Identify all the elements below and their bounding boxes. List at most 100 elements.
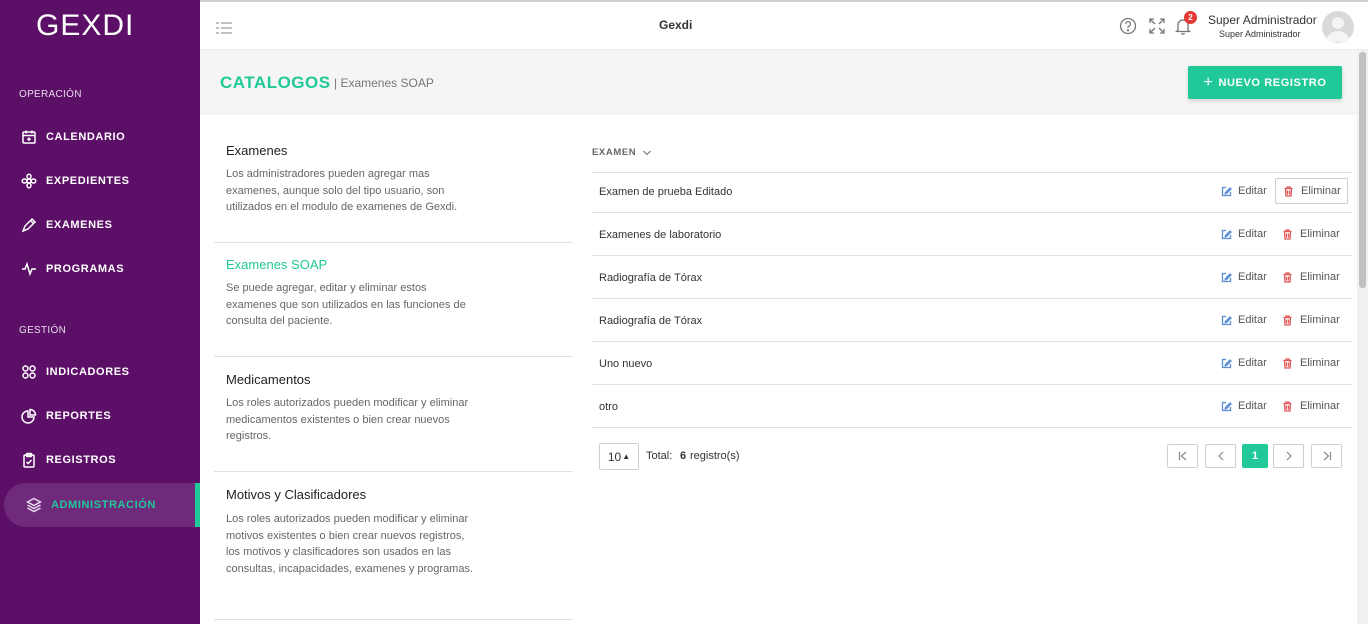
delete-button[interactable]: Eliminar xyxy=(1275,178,1348,204)
scrollbar-thumb[interactable] xyxy=(1359,52,1366,288)
edit-button[interactable]: Editar xyxy=(1221,357,1267,369)
plus-icon: + xyxy=(1203,73,1214,91)
sidebar-item-calendario[interactable]: CALENDARIO xyxy=(0,115,200,159)
fullscreen-icon[interactable] xyxy=(1148,17,1166,35)
catalog-title: Medicamentos xyxy=(226,372,311,387)
pen-icon xyxy=(21,217,37,233)
catalog-description: Se puede agregar, editar y eliminar esto… xyxy=(226,282,466,327)
edit-button[interactable]: Editar xyxy=(1221,185,1267,197)
total-label: Total: xyxy=(646,450,673,462)
catalog-description: Los roles autorizados pueden modificar y… xyxy=(226,397,469,442)
chevron-down-icon xyxy=(643,150,652,155)
page-size-select[interactable]: 10 ▲︎ xyxy=(599,443,639,470)
updown-icon: ▲︎ xyxy=(622,452,631,461)
page-number-current[interactable]: 1 xyxy=(1242,444,1268,468)
new-record-label: NUEVO REGISTRO xyxy=(1218,76,1327,89)
layers-icon xyxy=(26,497,42,513)
delete-label: Eliminar xyxy=(1301,185,1341,197)
column-header-label: EXAMEN xyxy=(592,147,637,158)
flower-icon xyxy=(21,173,37,189)
first-page-button[interactable] xyxy=(1167,444,1198,468)
sidebar-item-label: EXAMENES xyxy=(46,219,113,231)
table-row: Examen de prueba Editado Editar Eliminar xyxy=(592,173,1352,213)
delete-label: Eliminar xyxy=(1300,271,1340,283)
gexdi-logo[interactable]: GEXDI xyxy=(36,9,136,43)
sidebar-item-label: REGISTROS xyxy=(46,454,117,466)
delete-label: Eliminar xyxy=(1300,357,1340,369)
sidebar-item-programas[interactable]: PROGRAMAS xyxy=(0,247,200,291)
delete-button[interactable]: Eliminar xyxy=(1282,400,1340,412)
catalog-item-medicamentos[interactable]: Medicamentos Los roles autorizados puede… xyxy=(214,357,573,472)
page-size-value: 10 xyxy=(607,449,622,464)
menu-toggle-icon[interactable] xyxy=(215,21,233,35)
grid-icon xyxy=(21,364,37,380)
user-name[interactable]: Super Administrador xyxy=(1208,13,1317,27)
sidebar-item-indicadores[interactable]: INDICADORES xyxy=(0,350,200,394)
catalog-item-examenes-soap[interactable]: Examenes SOAP Se puede agregar, editar y… xyxy=(214,243,573,357)
trash-icon xyxy=(1283,400,1292,412)
sidebar-item-label: PROGRAMAS xyxy=(46,263,125,275)
table-row: Radiografía de Tórax Editar Eliminar xyxy=(592,299,1352,342)
page-header: CATALOGOS | Examenes SOAP + NUEVO REGIST… xyxy=(200,50,1357,115)
edit-label: Editar xyxy=(1238,271,1267,283)
edit-icon xyxy=(1221,229,1232,239)
edit-button[interactable]: Editar xyxy=(1221,228,1267,240)
edit-button[interactable]: Editar xyxy=(1221,314,1267,326)
catalog-title: Examenes SOAP xyxy=(226,257,328,272)
active-indicator xyxy=(195,483,200,527)
column-header-examen[interactable]: EXAMEN xyxy=(592,147,652,158)
trash-icon xyxy=(1283,314,1292,326)
logo-text: GEXDI xyxy=(36,9,135,42)
sidebar: GEXDI OPERACIÓN CALENDARIO EXPEDIENTES E… xyxy=(0,0,200,624)
catalog-item-motivos[interactable]: Motivos y Clasificadores Los roles autor… xyxy=(214,472,573,620)
edit-icon xyxy=(1221,401,1232,411)
delete-label: Eliminar xyxy=(1300,314,1340,326)
delete-button[interactable]: Eliminar xyxy=(1282,271,1340,283)
sidebar-item-registros[interactable]: REGISTROS xyxy=(0,438,200,482)
sidebar-item-expedientes[interactable]: EXPEDIENTES xyxy=(0,159,200,203)
delete-button[interactable]: Eliminar xyxy=(1282,228,1340,240)
top-bar: Gexdi 2 Super Administrador Super Admini… xyxy=(200,0,1368,50)
delete-button[interactable]: Eliminar xyxy=(1282,314,1340,326)
sidebar-item-administracion[interactable]: ADMINISTRACIÓN xyxy=(4,483,200,527)
trash-icon xyxy=(1283,271,1292,283)
last-page-button[interactable] xyxy=(1311,444,1342,468)
catalog-title: Examenes xyxy=(226,143,288,158)
total-unit: registro(s) xyxy=(690,450,740,462)
trash-icon xyxy=(1283,357,1292,369)
delete-button[interactable]: Eliminar xyxy=(1282,357,1340,369)
user-role: Super Administrador xyxy=(1219,29,1301,39)
row-exam-name: Examenes de laboratorio xyxy=(599,229,722,241)
trash-icon xyxy=(1283,228,1292,240)
sidebar-item-examenes[interactable]: EXAMENES xyxy=(0,203,200,247)
pie-chart-icon xyxy=(21,408,37,424)
table-row: Radiografía de Tórax Editar Eliminar xyxy=(592,256,1352,299)
edit-button[interactable]: Editar xyxy=(1221,400,1267,412)
pulse-icon xyxy=(21,261,37,277)
row-exam-name: Examen de prueba Editado xyxy=(599,186,733,198)
notification-badge: 2 xyxy=(1184,11,1197,24)
edit-icon xyxy=(1221,272,1232,282)
table-row: otro Editar Eliminar xyxy=(592,385,1352,428)
catalog-description: Los roles autorizados pueden modificar y… xyxy=(226,513,474,575)
prev-page-button[interactable] xyxy=(1205,444,1236,468)
help-icon[interactable] xyxy=(1119,17,1137,35)
avatar[interactable] xyxy=(1322,11,1354,43)
edit-icon xyxy=(1221,186,1232,196)
row-exam-name: Radiografía de Tórax xyxy=(599,315,703,327)
new-record-button[interactable]: + NUEVO REGISTRO xyxy=(1188,66,1342,99)
catalog-item-examenes[interactable]: Examenes Los administradores pueden agre… xyxy=(214,128,573,243)
table-row: Examenes de laboratorio Editar Eliminar xyxy=(592,213,1352,256)
edit-button[interactable]: Editar xyxy=(1221,271,1267,283)
sidebar-item-label: EXPEDIENTES xyxy=(46,175,130,187)
sidebar-item-reportes[interactable]: REPORTES xyxy=(0,394,200,438)
total-count: 6 xyxy=(680,450,687,462)
page-title: CATALOGOS xyxy=(220,73,331,92)
row-exam-name: Uno nuevo xyxy=(599,358,653,370)
last-page-icon xyxy=(1323,451,1331,461)
scrollbar[interactable] xyxy=(1357,50,1368,624)
chevron-left-icon xyxy=(1217,451,1223,461)
delete-label: Eliminar xyxy=(1300,228,1340,240)
next-page-button[interactable] xyxy=(1273,444,1304,468)
row-exam-name: otro xyxy=(599,401,618,413)
